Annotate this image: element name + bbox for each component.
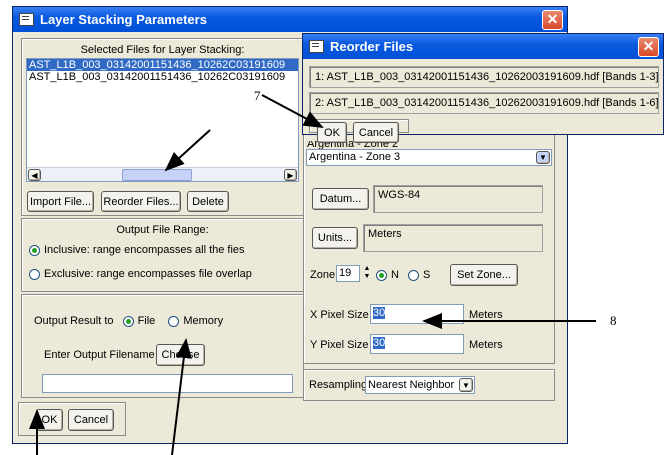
scroll-thumb[interactable] <box>122 169 192 181</box>
chevron-down-icon[interactable]: ▼ <box>536 151 550 164</box>
filename-label: Enter Output Filename <box>44 349 155 361</box>
y-pixel-input[interactable]: 30 <box>370 334 464 354</box>
title-bar: Layer Stacking Parameters ✕ <box>13 7 567 32</box>
output-filename-input[interactable] <box>42 374 293 393</box>
choose-button[interactable]: Choose <box>156 344 205 366</box>
file-radio[interactable]: File <box>122 315 156 327</box>
scroll-right-arrow[interactable]: ▶ <box>284 169 297 181</box>
north-radio[interactable]: N <box>376 269 399 281</box>
scroll-left-arrow[interactable]: ◀ <box>28 169 41 181</box>
reorder-close-button[interactable]: ✕ <box>638 37 659 57</box>
inclusive-radio[interactable]: Inclusive: range encompasses all the fie… <box>29 244 245 256</box>
import-file-button[interactable]: Import File... <box>27 191 94 212</box>
south-label: S <box>423 269 431 281</box>
y-pixel-units: Meters <box>469 339 503 351</box>
set-zone-button[interactable]: Set Zone... <box>450 264 518 286</box>
x-pixel-label: X Pixel Size <box>310 309 369 321</box>
output-result-label: Output Result to <box>34 315 114 327</box>
units-button[interactable]: Units... <box>312 227 358 249</box>
output-result-row: Output Result to File Memory <box>34 315 223 327</box>
cancel-button[interactable]: Cancel <box>68 409 114 431</box>
reorder-cancel-button[interactable]: Cancel <box>353 122 399 143</box>
reorder-title: Reorder Files <box>330 39 414 54</box>
window-icon <box>19 13 34 26</box>
radio-selected-icon <box>376 269 387 281</box>
file-list[interactable]: AST_L1B_003_03142001151436_10262C0319160… <box>26 58 299 182</box>
datum-value: WGS-84 <box>373 185 543 213</box>
exclusive-label: Exclusive: range encompasses file overla… <box>44 268 252 280</box>
radio-selected-icon <box>29 244 40 256</box>
datum-button[interactable]: Datum... <box>312 188 369 210</box>
horizontal-scrollbar[interactable]: ◀ ▶ <box>27 167 298 181</box>
reorder-item-2[interactable]: 2: AST_L1B_003_03142001151436_1026200319… <box>309 92 659 114</box>
output-result-group: Output Result to File Memory Enter Outpu… <box>21 294 304 398</box>
projection-list[interactable]: Argentina - Zone 2 Argentina - Zone 3 ▼ <box>305 141 553 175</box>
output-range-header: Output File Range: <box>116 224 209 236</box>
delete-button[interactable]: Delete <box>187 191 229 212</box>
reorder-title-bar: Reorder Files ✕ <box>303 34 663 59</box>
exclusive-radio[interactable]: Exclusive: range encompasses file overla… <box>29 268 252 280</box>
units-value: Meters <box>363 224 543 252</box>
resampling-group: Resampling Nearest Neighbor ▼ <box>303 369 555 401</box>
reorder-item-1[interactable]: 1: AST_L1B_003_03142001151436_1026200319… <box>309 66 659 88</box>
memory-radio[interactable]: Memory <box>168 315 223 327</box>
output-range-group: Output File Range: Inclusive: range enco… <box>21 218 304 292</box>
projection-selected: Argentina - Zone 3 <box>309 151 401 163</box>
close-button[interactable]: ✕ <box>542 10 563 30</box>
file-list-item-selected[interactable]: AST_L1B_003_03142001151436_10262C0319160… <box>27 59 298 71</box>
radio-icon <box>408 269 419 281</box>
x-pixel-units: Meters <box>469 309 503 321</box>
zone-label: Zone <box>310 269 336 281</box>
x-pixel-input[interactable]: 30 <box>370 304 464 324</box>
annotation-label-8: 8 <box>610 313 617 328</box>
zone-spinner[interactable]: ▲ ▼ <box>362 265 372 282</box>
south-radio[interactable]: S <box>408 269 430 281</box>
radio-selected-icon <box>122 315 134 327</box>
selected-files-header: Selected Files for Layer Stacking: <box>80 44 245 56</box>
resampling-value: Nearest Neighbor <box>368 379 455 391</box>
memory-option-label: Memory <box>183 315 224 327</box>
inclusive-label: Inclusive: range encompasses all the fie… <box>44 244 245 256</box>
resampling-label: Resampling <box>309 379 368 391</box>
projection-dropdown[interactable]: Argentina - Zone 3 ▼ <box>306 149 552 166</box>
main-button-group: OK Cancel <box>18 402 126 436</box>
reorder-files-dialog: Reorder Files ✕ 1: AST_L1B_003_031420011… <box>302 33 664 143</box>
ok-button[interactable]: OK <box>36 409 63 431</box>
selected-files-group: Selected Files for Layer Stacking: AST_L… <box>21 38 304 216</box>
reorder-files-button[interactable]: Reorder Files... <box>101 191 181 212</box>
file-option-label: File <box>137 315 156 327</box>
annotation-label-7: 7 <box>254 88 261 103</box>
radio-icon <box>168 315 180 327</box>
radio-icon <box>29 268 40 280</box>
chevron-down-icon[interactable]: ▼ <box>459 378 473 392</box>
resampling-dropdown[interactable]: Nearest Neighbor ▼ <box>365 376 475 394</box>
north-label: N <box>391 269 399 281</box>
x-pixel-value: 30 <box>373 307 386 319</box>
window-title: Layer Stacking Parameters <box>40 12 207 27</box>
reorder-ok-button[interactable]: OK <box>317 122 347 143</box>
y-pixel-label: Y Pixel Size <box>310 339 369 351</box>
file-list-item[interactable]: AST_L1B_003_03142001151436_10262C0319160… <box>27 71 298 83</box>
y-pixel-value: 30 <box>373 337 386 349</box>
zone-input[interactable]: 19 <box>336 265 360 282</box>
window-icon <box>309 40 324 53</box>
